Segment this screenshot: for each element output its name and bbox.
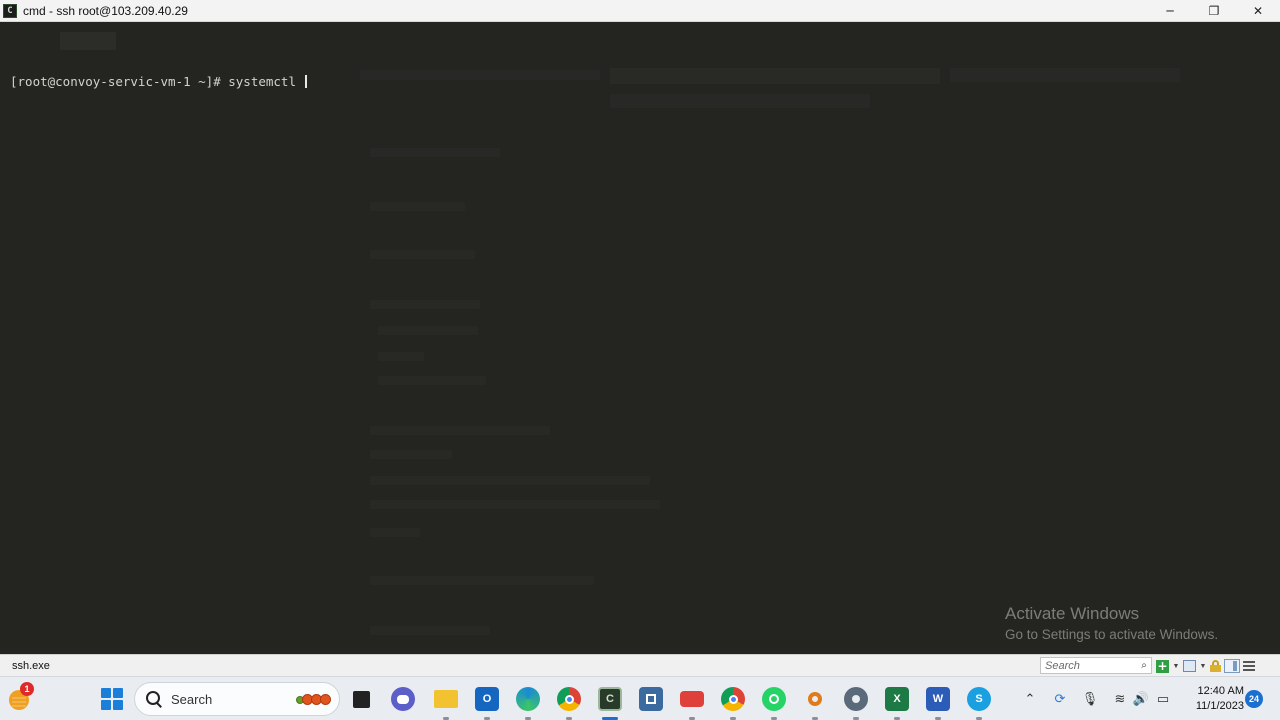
ghost-artifact: [370, 576, 594, 585]
conemu-app-icon[interactable]: C: [3, 3, 17, 18]
file-manager-icon: [352, 690, 370, 708]
taskbar-app-whatsapp[interactable]: [755, 685, 793, 720]
outlook-icon: O: [475, 687, 499, 711]
folder-icon: [434, 690, 458, 708]
chevron-down-icon[interactable]: ▼: [1199, 663, 1207, 670]
chevron-down-icon[interactable]: ▼: [1172, 663, 1180, 670]
ghost-artifact: [378, 326, 478, 335]
typed-command: systemctl: [228, 74, 304, 89]
activate-title: Activate Windows: [1005, 604, 1140, 623]
taskbar-app-file-explorer[interactable]: [427, 685, 465, 720]
ghost-artifact: [370, 528, 420, 537]
weather-badge: 1: [20, 682, 34, 696]
ghost-artifact: [60, 32, 116, 50]
ghost-artifact: [610, 94, 870, 108]
process-name[interactable]: ssh.exe: [12, 660, 50, 672]
sync-icon[interactable]: ⟳: [1051, 690, 1069, 708]
clock-time: 12:40 AM: [1197, 685, 1244, 697]
activate-subtitle: Go to Settings to activate Windows.: [1005, 627, 1219, 642]
chrome-profile-icon: [721, 687, 745, 711]
ghost-artifact: [370, 202, 465, 211]
console-toolbar: + ▼ ▼: [1156, 658, 1255, 674]
weather-widget[interactable]: 1: [9, 682, 34, 710]
taskbar-app-conemu[interactable]: C: [591, 685, 629, 720]
search-highlight-pumpkins-icon: [296, 693, 331, 705]
taskbar-search-label: Search: [171, 691, 213, 707]
whatsapp-icon: [762, 687, 786, 711]
window-title: cmd - ssh root@103.209.40.29: [23, 3, 188, 18]
magnifier-icon: [803, 687, 827, 711]
camera-icon: [680, 691, 704, 707]
start-button[interactable]: [101, 688, 123, 710]
teams-chat-icon: [391, 687, 415, 711]
taskbar-app-chrome[interactable]: [550, 685, 588, 720]
ghost-artifact: [378, 376, 486, 385]
excel-icon: X: [885, 687, 909, 711]
ghost-artifact: [370, 626, 490, 635]
ghost-artifact: [370, 426, 550, 435]
activate-windows-watermark: Activate Windows Go to Settings to activ…: [1005, 604, 1218, 644]
prompt-line[interactable]: [root@convoy-servic-vm-1 ~]# systemctl: [10, 74, 307, 89]
restore-button[interactable]: ❐: [1192, 0, 1236, 22]
windows-taskbar: 1 Search O C X W S ⌃ ⟳ 🎙 ≋ 🔊 ▭ 12:40 AM …: [0, 676, 1280, 720]
taskbar-app-outlook[interactable]: O: [468, 685, 506, 720]
window-layout-icon[interactable]: [1183, 660, 1196, 672]
ghost-artifact: [950, 68, 1180, 82]
console-statusbar: ssh.exe Search ⌕ + ▼ ▼: [0, 654, 1280, 676]
new-console-icon[interactable]: +: [1156, 659, 1169, 673]
search-icon: [146, 691, 162, 707]
hamburger-menu-icon[interactable]: [1243, 660, 1255, 672]
clock-date: 11/1/2023: [1195, 700, 1244, 712]
shell-prompt: [root@convoy-servic-vm-1 ~]#: [10, 74, 229, 89]
chrome-icon: [557, 687, 581, 711]
snip-icon: [639, 687, 663, 711]
taskbar-app-skype[interactable]: S: [960, 685, 998, 720]
ghost-artifact: [370, 300, 480, 309]
taskbar-app-snip-tool[interactable]: [632, 685, 670, 713]
taskbar-app-teams[interactable]: [384, 685, 422, 713]
taskbar-app-excel[interactable]: X: [878, 685, 916, 720]
ghost-artifact: [610, 68, 940, 84]
ghost-artifact: [370, 476, 650, 485]
word-icon: W: [926, 687, 950, 711]
edge-icon: [516, 687, 540, 711]
ghost-artifact: [370, 450, 452, 459]
search-icon[interactable]: ⌕: [1137, 660, 1151, 671]
volume-icon[interactable]: 🔊: [1132, 690, 1150, 708]
wifi-icon[interactable]: ≋: [1111, 690, 1129, 708]
desktop-screen: C cmd - ssh root@103.209.40.29 ─ ❐ ✕ [ro…: [0, 0, 1280, 720]
close-button[interactable]: ✕: [1236, 0, 1280, 22]
taskbar-app-search-tool[interactable]: [796, 685, 834, 720]
taskbar-app-screen-recorder[interactable]: [673, 685, 711, 720]
ghost-artifact: [370, 250, 475, 259]
window-controls: ─ ❐ ✕: [1148, 0, 1280, 22]
ghost-artifact: [360, 70, 600, 80]
minimize-button[interactable]: ─: [1148, 0, 1192, 22]
gear-icon: [844, 687, 868, 711]
ghost-artifact: [370, 148, 500, 157]
ghost-artifact: [370, 500, 660, 509]
skype-icon: S: [967, 687, 991, 711]
text-cursor: [304, 75, 307, 88]
console-search-field[interactable]: Search ⌕: [1040, 657, 1152, 674]
terminal-icon: C: [598, 687, 622, 711]
taskbar-app-file-manager[interactable]: [342, 685, 380, 713]
terminal-console[interactable]: [root@convoy-servic-vm-1 ~]# systemctl A…: [0, 22, 1280, 654]
taskbar-clock[interactable]: 12:40 AM 11/1/2023: [1182, 684, 1244, 714]
window-titlebar[interactable]: C cmd - ssh root@103.209.40.29 ─ ❐ ✕: [0, 0, 1280, 22]
taskbar-app-settings[interactable]: [837, 685, 875, 720]
notification-badge[interactable]: 24: [1245, 690, 1263, 708]
console-search-placeholder: Search: [1045, 659, 1080, 672]
lock-icon[interactable]: [1210, 660, 1221, 672]
battery-icon[interactable]: ▭: [1154, 690, 1172, 708]
taskbar-app-word[interactable]: W: [919, 685, 957, 720]
taskbar-app-chrome-profile[interactable]: [714, 685, 752, 720]
chevron-up-icon[interactable]: ⌃: [1021, 690, 1039, 708]
microphone-icon[interactable]: 🎙: [1081, 690, 1099, 708]
taskbar-app-edge[interactable]: [509, 685, 547, 720]
panel-icon[interactable]: [1224, 659, 1240, 673]
ghost-artifact: [378, 352, 424, 361]
taskbar-search-box[interactable]: Search: [134, 682, 340, 716]
